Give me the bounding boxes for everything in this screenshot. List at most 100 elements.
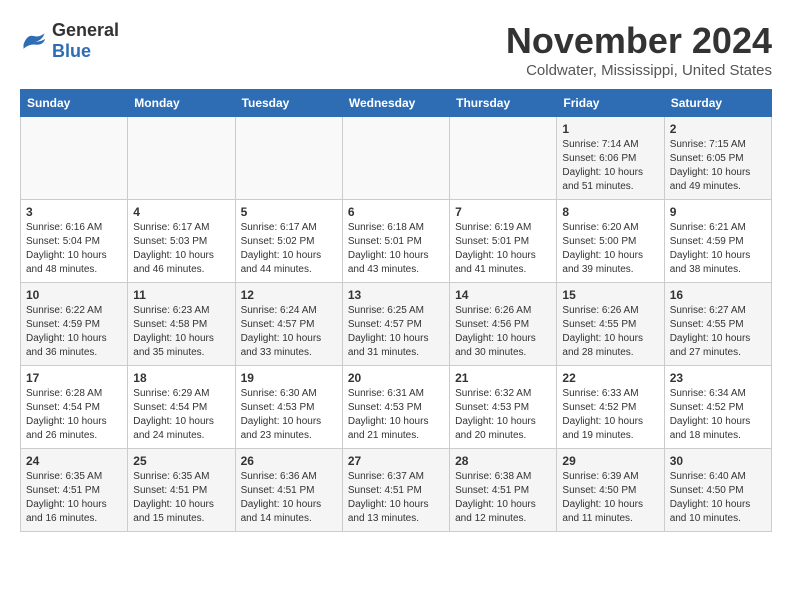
calendar-cell: 5Sunrise: 6:17 AMSunset: 5:02 PMDaylight… (235, 200, 342, 283)
sunrise-text: Sunrise: 6:39 AM (562, 471, 638, 482)
sunset-text: Sunset: 5:01 PM (455, 236, 529, 247)
calendar-cell: 7Sunrise: 6:19 AMSunset: 5:01 PMDaylight… (450, 200, 557, 283)
calendar-table: SundayMondayTuesdayWednesdayThursdayFrid… (20, 89, 772, 532)
sunset-text: Sunset: 5:04 PM (26, 236, 100, 247)
sunrise-text: Sunrise: 6:33 AM (562, 388, 638, 399)
day-number: 14 (455, 288, 551, 302)
calendar-cell: 18Sunrise: 6:29 AMSunset: 4:54 PMDayligh… (128, 366, 235, 449)
day-info: Sunrise: 6:18 AMSunset: 5:01 PMDaylight:… (348, 221, 444, 277)
sunrise-text: Sunrise: 6:40 AM (670, 471, 746, 482)
daylight-text: Daylight: 10 hours and 10 minutes. (670, 499, 751, 524)
day-info: Sunrise: 6:17 AMSunset: 5:02 PMDaylight:… (241, 221, 337, 277)
calendar-cell: 29Sunrise: 6:39 AMSunset: 4:50 PMDayligh… (557, 449, 664, 532)
calendar-cell: 28 Sunrise: 6:38 AMSunset: 4:51 PMDayligh… (450, 449, 557, 532)
sunset-text: Sunset: 4:59 PM (26, 319, 100, 330)
sunrise-text: Sunrise: 6:37 AM (348, 471, 424, 482)
calendar-cell: 12 Sunrise: 6:24 AMSunset: 4:57 PMDayligh… (235, 283, 342, 366)
calendar-cell: 21Sunrise: 6:32 AMSunset: 4:53 PMDayligh… (450, 366, 557, 449)
calendar-week-row: 1 Sunrise: 7:14 AM Sunset: 6:06 PM Daylight… (21, 117, 772, 200)
daylight-text: Daylight: 10 hours and 51 minutes. (562, 167, 643, 192)
day-info: Sunrise: 6:29 AMSunset: 4:54 PMDaylight:… (133, 387, 229, 443)
daylight-text: Daylight: 10 hours and 36 minutes. (26, 333, 107, 358)
sunset-text: Sunset: 5:00 PM (562, 236, 636, 247)
calendar-week-row: 17Sunrise: 6:28 AMSunset: 4:54 PMDayligh… (21, 366, 772, 449)
sunrise-text: Sunrise: 7:14 AM (562, 139, 638, 150)
sunset-text: Sunset: 5:01 PM (348, 236, 422, 247)
day-number: 21 (455, 371, 551, 385)
sunset-text: Sunset: 4:51 PM (133, 485, 207, 496)
daylight-text: Daylight: 10 hours and 19 minutes. (562, 416, 643, 441)
day-info: Sunrise: 7:15 AMSunset: 6:05 PMDaylight:… (670, 138, 766, 194)
day-number: 9 (670, 205, 766, 219)
sunrise-text: Sunrise: 6:27 AM (670, 305, 746, 316)
calendar-cell: 20Sunrise: 6:31 AMSunset: 4:53 PMDayligh… (342, 366, 449, 449)
sunrise-text: Sunrise: 6:16 AM (26, 222, 102, 233)
daylight-text: Daylight: 10 hours and 14 minutes. (241, 499, 322, 524)
day-number: 4 (133, 205, 229, 219)
calendar-cell: 25Sunrise: 6:35 AMSunset: 4:51 PMDayligh… (128, 449, 235, 532)
sunrise-text: Sunrise: 6:32 AM (455, 388, 531, 399)
day-number: 7 (455, 205, 551, 219)
calendar-cell: 4Sunrise: 6:17 AMSunset: 5:03 PMDaylight… (128, 200, 235, 283)
day-info: Sunrise: 6:20 AMSunset: 5:00 PMDaylight:… (562, 221, 658, 277)
day-number: 1 (562, 122, 658, 136)
day-number: 19 (241, 371, 337, 385)
daylight-text: Daylight: 10 hours and 18 minutes. (670, 416, 751, 441)
column-header-friday: Friday (557, 90, 664, 117)
day-info: Sunrise: 6:38 AMSunset: 4:51 PMDaylight:… (455, 470, 551, 526)
day-info: Sunrise: 6:35 AMSunset: 4:51 PMDaylight:… (133, 470, 229, 526)
day-number: 8 (562, 205, 658, 219)
month-year-title: November 2024 (506, 20, 772, 62)
logo-icon (20, 30, 48, 52)
sunset-text: Sunset: 4:53 PM (348, 402, 422, 413)
sunset-text: Sunset: 4:54 PM (133, 402, 207, 413)
column-header-thursday: Thursday (450, 90, 557, 117)
day-info: Sunrise: 6:23 AMSunset: 4:58 PMDaylight:… (133, 304, 229, 360)
sunset-text: Sunset: 4:50 PM (562, 485, 636, 496)
day-info: Sunrise: 6:24 AMSunset: 4:57 PMDaylight:… (241, 304, 337, 360)
sunrise-text: Sunrise: 6:34 AM (670, 388, 746, 399)
sunrise-text: Sunrise: 6:18 AM (348, 222, 424, 233)
daylight-text: Daylight: 10 hours and 26 minutes. (26, 416, 107, 441)
sunset-text: Sunset: 6:05 PM (670, 153, 744, 164)
calendar-week-row: 24Sunrise: 6:35 AMSunset: 4:51 PMDayligh… (21, 449, 772, 532)
calendar-cell (342, 117, 449, 200)
day-info: Sunrise: 6:26 AMSunset: 4:55 PMDaylight:… (562, 304, 658, 360)
sunrise-text: Sunrise: 6:29 AM (133, 388, 209, 399)
day-number: 28 (455, 454, 551, 468)
sunset-text: Sunset: 4:53 PM (455, 402, 529, 413)
day-number: 12 (241, 288, 337, 302)
day-number: 10 (26, 288, 122, 302)
sunset-text: Sunset: 6:06 PM (562, 153, 636, 164)
daylight-text: Daylight: 10 hours and 44 minutes. (241, 250, 322, 275)
sunrise-text: Sunrise: 6:24 AM (241, 305, 317, 316)
logo-general: General (52, 20, 119, 40)
day-info: Sunrise: 6:32 AMSunset: 4:53 PMDaylight:… (455, 387, 551, 443)
daylight-text: Daylight: 10 hours and 16 minutes. (26, 499, 107, 524)
sunset-text: Sunset: 4:51 PM (241, 485, 315, 496)
day-number: 25 (133, 454, 229, 468)
sunset-text: Sunset: 4:52 PM (670, 402, 744, 413)
sunrise-text: Sunrise: 6:38 AM (455, 471, 531, 482)
calendar-cell: 30Sunrise: 6:40 AMSunset: 4:50 PMDayligh… (664, 449, 771, 532)
sunset-text: Sunset: 4:58 PM (133, 319, 207, 330)
calendar-cell (235, 117, 342, 200)
day-info: Sunrise: 6:21 AMSunset: 4:59 PMDaylight:… (670, 221, 766, 277)
day-number: 3 (26, 205, 122, 219)
logo-blue: Blue (52, 41, 91, 61)
day-number: 2 (670, 122, 766, 136)
day-info: Sunrise: 6:30 AMSunset: 4:53 PMDaylight:… (241, 387, 337, 443)
sunrise-text: Sunrise: 6:28 AM (26, 388, 102, 399)
sunrise-text: Sunrise: 6:26 AM (562, 305, 638, 316)
daylight-text: Daylight: 10 hours and 39 minutes. (562, 250, 643, 275)
day-number: 18 (133, 371, 229, 385)
daylight-text: Daylight: 10 hours and 35 minutes. (133, 333, 214, 358)
day-number: 20 (348, 371, 444, 385)
calendar-cell: 14Sunrise: 6:26 AMSunset: 4:56 PMDayligh… (450, 283, 557, 366)
calendar-cell: 16Sunrise: 6:27 AMSunset: 4:55 PMDayligh… (664, 283, 771, 366)
day-info: Sunrise: 6:22 AMSunset: 4:59 PMDaylight:… (26, 304, 122, 360)
sunrise-text: Sunrise: 6:35 AM (133, 471, 209, 482)
calendar-cell: 22Sunrise: 6:33 AMSunset: 4:52 PMDayligh… (557, 366, 664, 449)
sunset-text: Sunset: 4:56 PM (455, 319, 529, 330)
sunrise-text: Sunrise: 6:30 AM (241, 388, 317, 399)
